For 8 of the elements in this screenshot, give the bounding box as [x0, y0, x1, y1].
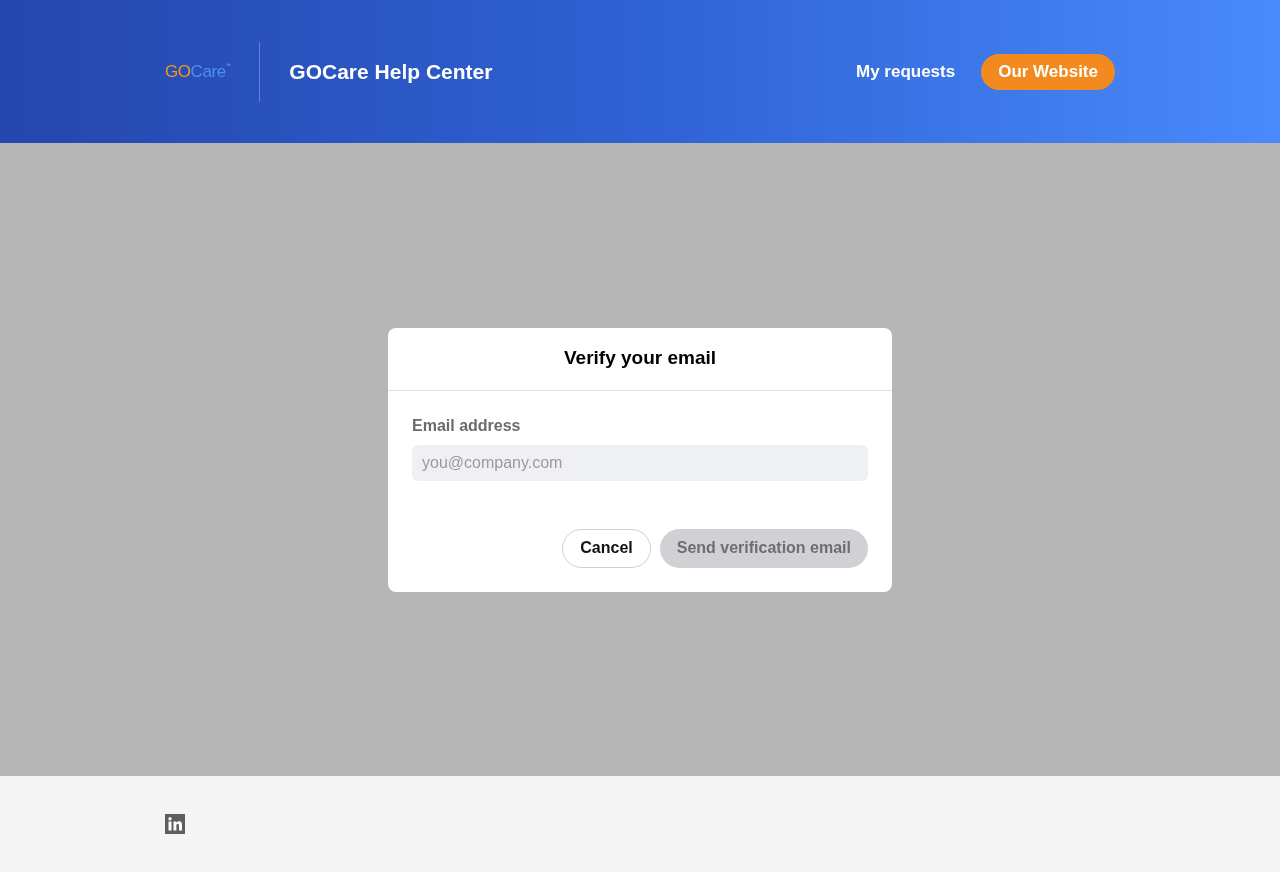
cancel-button[interactable]: Cancel	[562, 528, 651, 568]
email-field[interactable]: you@company.com	[412, 444, 868, 481]
website-button[interactable]: Our Website	[981, 53, 1115, 90]
site-title: GOCare Help Center	[289, 58, 493, 85]
field-label: Email address	[412, 415, 522, 436]
dialog-title: Verify your email	[563, 346, 717, 371]
requests-link[interactable]: My requests	[855, 58, 956, 85]
linkedin-icon[interactable]	[165, 814, 185, 834]
